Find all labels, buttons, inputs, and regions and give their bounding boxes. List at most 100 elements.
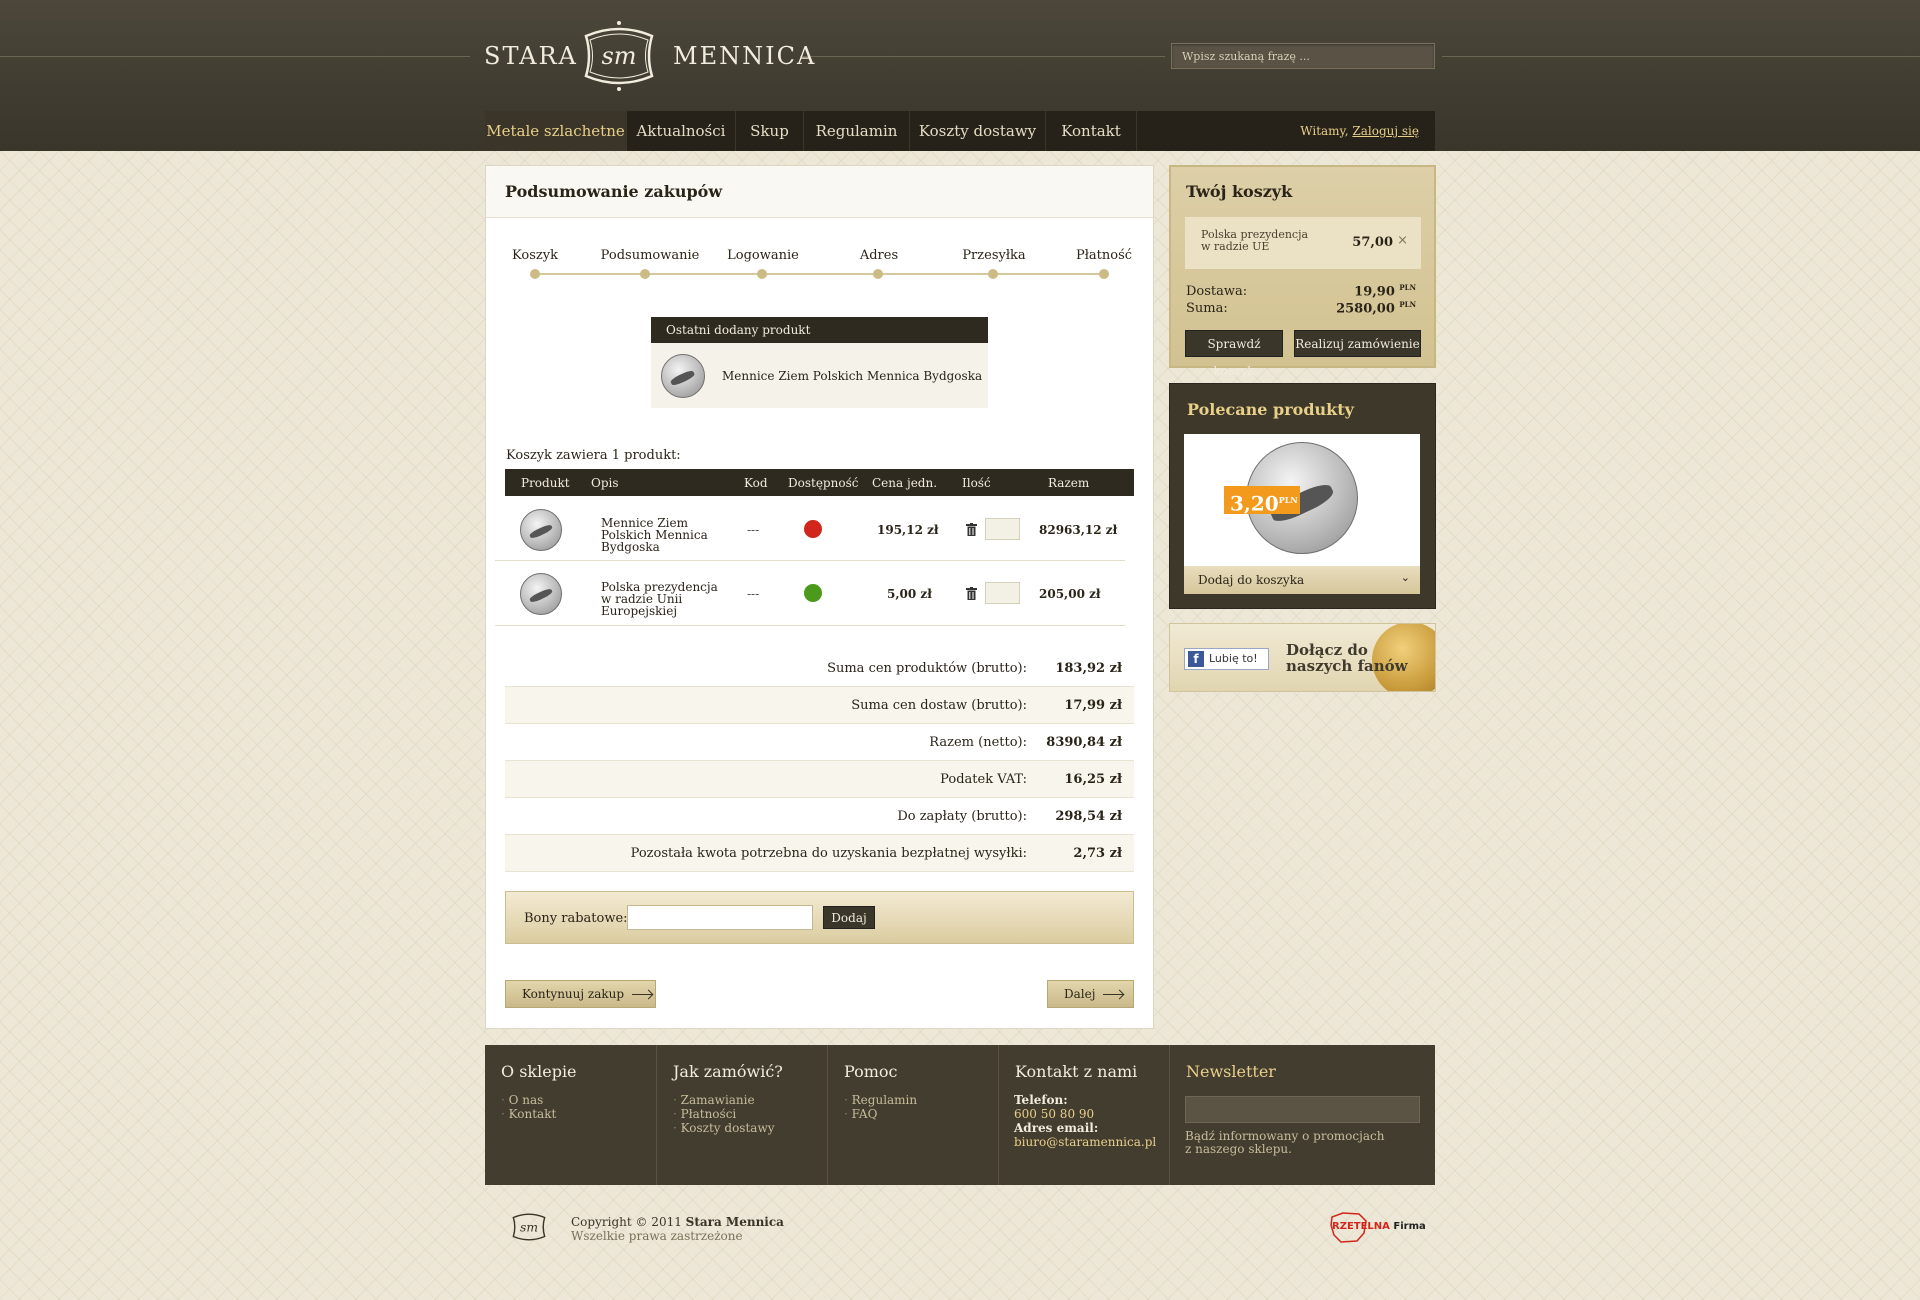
footer-link[interactable]: O nas — [501, 1093, 544, 1107]
rzetelna-firma-badge[interactable]: RZETELNA Firma — [1329, 1211, 1426, 1245]
step-dot — [640, 269, 650, 279]
logo-text-right[interactable]: MENNICA — [673, 42, 816, 70]
logo-mark-icon[interactable]: sm — [576, 18, 662, 94]
row-total: 205,00 zł — [1039, 587, 1101, 601]
last-added-name[interactable]: Mennice Ziem Polskich Mennica Bydgoska — [722, 369, 982, 383]
trash-icon[interactable] — [966, 587, 977, 600]
logo-text-left[interactable]: STARA — [484, 42, 578, 70]
footer-link[interactable]: Kontakt — [501, 1107, 557, 1121]
cart-item-name[interactable]: Polska prezydencja w radzie UE — [1201, 229, 1311, 253]
footer-col-title: Pomoc — [844, 1062, 898, 1081]
copyright-prefix: Copyright © 2011 — [571, 1215, 682, 1229]
join-line-2: naszych fanów — [1286, 657, 1408, 675]
button-label: Kontynuuj zakup — [522, 987, 625, 1001]
facebook-like-button[interactable]: Lubię to! — [1184, 648, 1269, 670]
phone-label: Telefon: — [1014, 1093, 1068, 1107]
th-produkt: Produkt — [521, 476, 570, 490]
shipping-value: 19,90 PLN — [1354, 283, 1416, 299]
recommended-title: Polecane produkty — [1187, 400, 1354, 419]
cart-item-price: 57,00 — [1352, 235, 1393, 250]
footer-col-newsletter: Newsletter Bądź informowany o promocjach… — [1170, 1045, 1435, 1185]
summary-value: 183,92 zł — [1055, 661, 1122, 676]
th-razem: Razem — [1048, 476, 1090, 490]
add-coupon-button[interactable]: Dodaj — [823, 906, 875, 929]
nav-item-aktualnosci[interactable]: Aktualności — [627, 111, 736, 151]
remove-item-icon[interactable]: × — [1397, 233, 1408, 248]
newsletter-text-2: z naszego sklepu. — [1185, 1142, 1292, 1156]
login-link[interactable]: Zaloguj się — [1352, 124, 1419, 138]
footer-col-contact: Kontakt z nami Telefon: 600 50 80 90 Adr… — [999, 1045, 1170, 1185]
search-input[interactable]: Wpisz szukaną frazę ... — [1171, 43, 1435, 69]
footer-logo-text: sm — [520, 1221, 538, 1235]
step-dot — [757, 269, 767, 279]
footer-link[interactable]: Zamawianie — [673, 1093, 755, 1107]
quantity-input[interactable] — [985, 518, 1020, 540]
footer-link[interactable]: Koszty dostawy — [673, 1121, 775, 1135]
coupon-input[interactable] — [627, 905, 813, 930]
product-thumbnail[interactable] — [520, 573, 562, 615]
step-label-koszyk[interactable]: Koszyk — [512, 248, 558, 263]
footer-link[interactable]: Regulamin — [844, 1093, 917, 1107]
step-label-platnosc[interactable]: Płatność — [1076, 248, 1132, 263]
place-order-button[interactable]: Realizuj zamówienie — [1294, 330, 1421, 357]
coin-thumbnail[interactable] — [661, 354, 705, 398]
footer-col-title: Kontakt z nami — [1015, 1062, 1138, 1081]
basket-icon: ⌄ — [1400, 571, 1410, 584]
product-description[interactable]: Mennice Ziem Polskich Mennica Bydgoska — [601, 517, 721, 553]
facebook-widget: Lubię to! Dołącz donaszych fanów — [1169, 623, 1436, 692]
summary-row: Suma cen produktów (brutto): 183,92 zł — [505, 650, 1134, 687]
summary-value: 2,73 zł — [1073, 846, 1122, 861]
newsletter-email-input[interactable] — [1185, 1096, 1420, 1123]
footer-link[interactable]: FAQ — [844, 1107, 878, 1121]
welcome-text: Witamy, Zaloguj się — [1300, 111, 1419, 151]
copyright: Copyright © 2011 Stara Mennica Wszelkie … — [571, 1215, 784, 1243]
nav-item-koszty-dostawy[interactable]: Koszty dostawy — [910, 111, 1046, 151]
product-thumbnail[interactable] — [520, 509, 562, 551]
facebook-join-text[interactable]: Dołącz do naszych fanów — [1286, 642, 1408, 674]
summary-value: 298,54 zł — [1055, 809, 1122, 824]
copyright-rights: Wszelkie prawa zastrzeżone — [571, 1229, 743, 1243]
last-added-product: Ostatni dodany produkt Mennice Ziem Pols… — [651, 317, 988, 408]
currency-label: PLN — [1399, 283, 1416, 292]
nav-item-skup[interactable]: Skup — [736, 111, 804, 151]
step-label-przesylka[interactable]: Przesyłka — [962, 248, 1025, 263]
summary-value: 16,25 zł — [1064, 772, 1122, 787]
cart-title: Twój koszyk — [1186, 182, 1293, 201]
sum-value: 2580,00 PLN — [1336, 300, 1416, 316]
button-label: Dodaj do koszyka — [1198, 573, 1305, 587]
recommended-product-image[interactable]: 3,20PLN — [1184, 434, 1420, 566]
trash-icon[interactable] — [966, 523, 977, 536]
row-total: 82963,12 zł — [1039, 523, 1118, 537]
join-line-1: Dołącz do — [1286, 641, 1368, 659]
th-cena: Cena jedn. — [872, 476, 938, 490]
shipping-label: Dostawa: — [1186, 284, 1248, 299]
product-description[interactable]: Polska prezydencja w radzie Unii Europej… — [601, 581, 726, 617]
arrow-right-icon — [1103, 994, 1124, 995]
phone-number[interactable]: 600 50 80 90 — [1014, 1107, 1094, 1121]
step-label-podsumowanie[interactable]: Podsumowanie — [601, 248, 700, 263]
check-cart-button[interactable]: Sprawdź koszyk — [1185, 330, 1283, 378]
th-kod: Kod — [744, 476, 768, 490]
step-label-logowanie[interactable]: Logowanie — [727, 248, 799, 263]
nav-item-regulamin[interactable]: Regulamin — [804, 111, 910, 151]
email-link[interactable]: biuro@staramennica.pl — [1014, 1135, 1156, 1149]
add-to-cart-button[interactable]: Dodaj do koszyka ⌄ — [1184, 566, 1420, 594]
price-badge: 3,20PLN — [1224, 486, 1300, 516]
quantity-input[interactable] — [985, 582, 1020, 604]
continue-shopping-button[interactable]: Kontynuuj zakup — [505, 980, 656, 1008]
footer-col-title: Jak zamówić? — [673, 1062, 783, 1081]
footer-link[interactable]: Płatności — [673, 1107, 737, 1121]
nav-item-metale-szlachetne[interactable]: Metale szlachetne ▼ — [485, 111, 627, 178]
summary-row: Razem (netto): 8390,84 zł — [505, 724, 1134, 761]
next-button[interactable]: Dalej — [1047, 980, 1134, 1008]
step-label-adres[interactable]: Adres — [860, 248, 898, 263]
badge-price: 3,20 — [1230, 491, 1279, 516]
nav-item-kontakt[interactable]: Kontakt — [1046, 111, 1137, 151]
step-dot — [1099, 269, 1109, 279]
footer-logo-icon[interactable]: sm — [507, 1209, 551, 1245]
email-label: Adres email: — [1014, 1121, 1099, 1135]
table-row: Polska prezydencja w radzie Unii Europej… — [495, 562, 1125, 626]
cart-item: Polska prezydencja w radzie UE 57,00 × — [1185, 217, 1421, 269]
button-label: Dalej — [1064, 987, 1096, 1001]
step-dot — [873, 269, 883, 279]
